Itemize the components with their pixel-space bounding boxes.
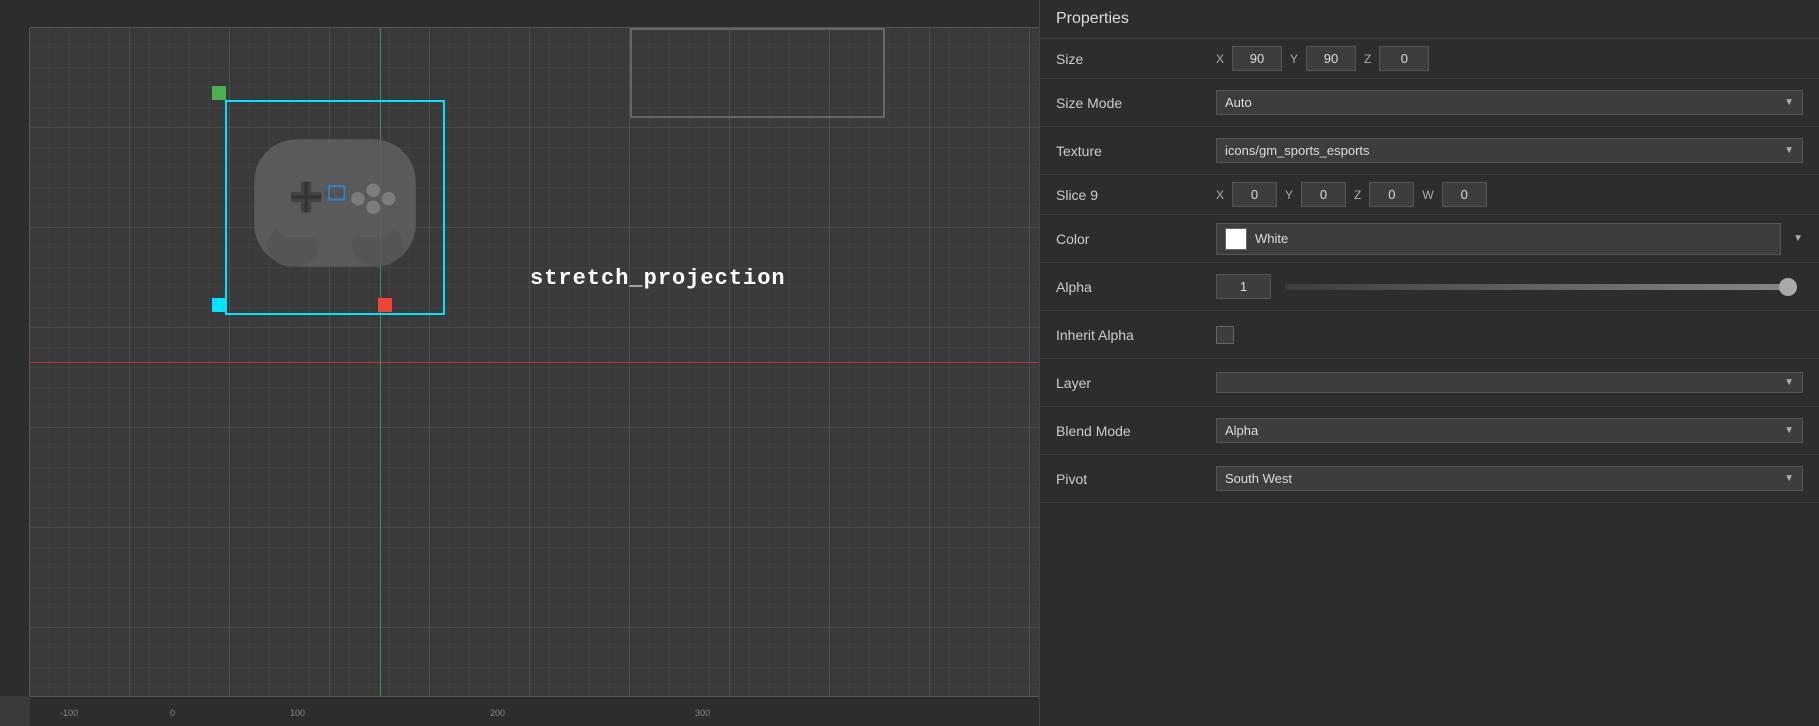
pivot-dropdown[interactable]: South West ▼: [1216, 466, 1803, 491]
size-x-label: X: [1216, 52, 1224, 66]
ruler-tick-300: 300: [695, 708, 710, 718]
ruler-tick-0: 0: [170, 708, 175, 718]
handle-red[interactable]: [378, 298, 392, 312]
pivot-selected: South West: [1225, 471, 1292, 486]
grid-area: stretch_projection 0 -100: [30, 28, 1039, 696]
texture-label: Texture: [1056, 143, 1216, 159]
ruler-bottom: -100 0 100 200 300: [30, 696, 1039, 726]
color-text: White: [1255, 231, 1288, 246]
size-x-input[interactable]: [1232, 46, 1282, 71]
alpha-thumb: [1779, 278, 1797, 296]
inherit-alpha-checkbox[interactable]: [1216, 326, 1234, 344]
blend-mode-selected: Alpha: [1225, 423, 1258, 438]
texture-selected: icons/gm_sports_esports: [1225, 143, 1370, 158]
layer-arrow: ▼: [1784, 377, 1794, 388]
ruler-corner: [0, 0, 30, 28]
size-mode-label: Size Mode: [1056, 95, 1216, 111]
stretch-projection-label: stretch_projection: [530, 266, 786, 291]
slice9-w-input[interactable]: [1442, 182, 1487, 207]
slice9-z-input[interactable]: [1369, 182, 1414, 207]
slice9-x-label: X: [1216, 188, 1224, 202]
size-mode-selected: Auto: [1225, 95, 1252, 110]
pivot-arrow: ▼: [1784, 473, 1794, 484]
handle-cyan[interactable]: [212, 298, 226, 312]
color-picker-button[interactable]: White: [1216, 223, 1781, 255]
layer-value: ▼: [1216, 372, 1803, 393]
prop-row-size: Size X Y Z: [1040, 39, 1819, 79]
prop-row-inherit-alpha: Inherit Alpha: [1040, 311, 1819, 359]
handle-green[interactable]: [212, 86, 226, 100]
size-z-input[interactable]: [1379, 46, 1429, 71]
prop-row-size-mode: Size Mode Auto ▼: [1040, 79, 1819, 127]
size-coords: X Y Z: [1216, 46, 1429, 71]
slice9-label: Slice 9: [1056, 187, 1216, 203]
ruler-tick-neg100: -100: [60, 708, 78, 718]
slice9-w-label: W: [1422, 188, 1433, 202]
texture-arrow: ▼: [1784, 145, 1794, 156]
slice9-x-input[interactable]: [1232, 182, 1277, 207]
texture-value: icons/gm_sports_esports ▼: [1216, 138, 1803, 163]
ruler-top: [30, 0, 1039, 28]
color-label: Color: [1056, 231, 1216, 247]
panel-title: Properties: [1040, 0, 1819, 39]
size-mode-value: Auto ▼: [1216, 90, 1803, 115]
layer-dropdown[interactable]: ▼: [1216, 372, 1803, 393]
prop-row-texture: Texture icons/gm_sports_esports ▼: [1040, 127, 1819, 175]
slice9-coords: X Y Z W: [1216, 182, 1487, 207]
inherit-alpha-label: Inherit Alpha: [1056, 327, 1216, 343]
size-z-label: Z: [1364, 52, 1371, 66]
layer-label: Layer: [1056, 375, 1216, 391]
slice9-y-label: Y: [1285, 188, 1293, 202]
properties-panel: Properties Size X Y Z Size Mode Auto ▼ T…: [1039, 0, 1819, 726]
pivot-label: Pivot: [1056, 471, 1216, 487]
blend-mode-label: Blend Mode: [1056, 423, 1216, 439]
grid-content: stretch_projection 0 -100: [30, 28, 1039, 696]
size-y-input[interactable]: [1306, 46, 1356, 71]
prop-row-blend-mode: Blend Mode Alpha ▼: [1040, 407, 1819, 455]
slice9-y-input[interactable]: [1301, 182, 1346, 207]
alpha-value: [1216, 274, 1803, 299]
color-value: White ▼: [1216, 223, 1803, 255]
ruler-left: [0, 28, 30, 696]
prop-row-slice9: Slice 9 X Y Z W: [1040, 175, 1819, 215]
ruler-tick-100: 100: [290, 708, 305, 718]
prop-row-layer: Layer ▼: [1040, 359, 1819, 407]
ruler-tick-200: 200: [490, 708, 505, 718]
size-mode-dropdown[interactable]: Auto ▼: [1216, 90, 1803, 115]
texture-dropdown[interactable]: icons/gm_sports_esports ▼: [1216, 138, 1803, 163]
prop-row-color: Color White ▼: [1040, 215, 1819, 263]
pivot-value: South West ▼: [1216, 466, 1803, 491]
size-label: Size: [1056, 51, 1216, 67]
prop-row-alpha: Alpha: [1040, 263, 1819, 311]
size-mode-arrow: ▼: [1784, 97, 1794, 108]
blend-mode-arrow: ▼: [1784, 425, 1794, 436]
alpha-input[interactable]: [1216, 274, 1271, 299]
axis-horizontal: [30, 362, 1039, 363]
prop-row-pivot: Pivot South West ▼: [1040, 455, 1819, 503]
blend-mode-value: Alpha ▼: [1216, 418, 1803, 443]
rect-outline: [630, 28, 885, 118]
alpha-label: Alpha: [1056, 279, 1216, 295]
slice9-z-label: Z: [1354, 188, 1361, 202]
color-dropdown-arrow[interactable]: ▼: [1793, 233, 1803, 244]
alpha-slider[interactable]: [1285, 284, 1795, 290]
size-y-label: Y: [1290, 52, 1298, 66]
inherit-alpha-value: [1216, 326, 1803, 344]
controller-icon[interactable]: [250, 128, 420, 278]
canvas-area[interactable]: -100 0 100 200 300: [0, 0, 1039, 726]
color-swatch: [1225, 228, 1247, 250]
blend-mode-dropdown[interactable]: Alpha ▼: [1216, 418, 1803, 443]
